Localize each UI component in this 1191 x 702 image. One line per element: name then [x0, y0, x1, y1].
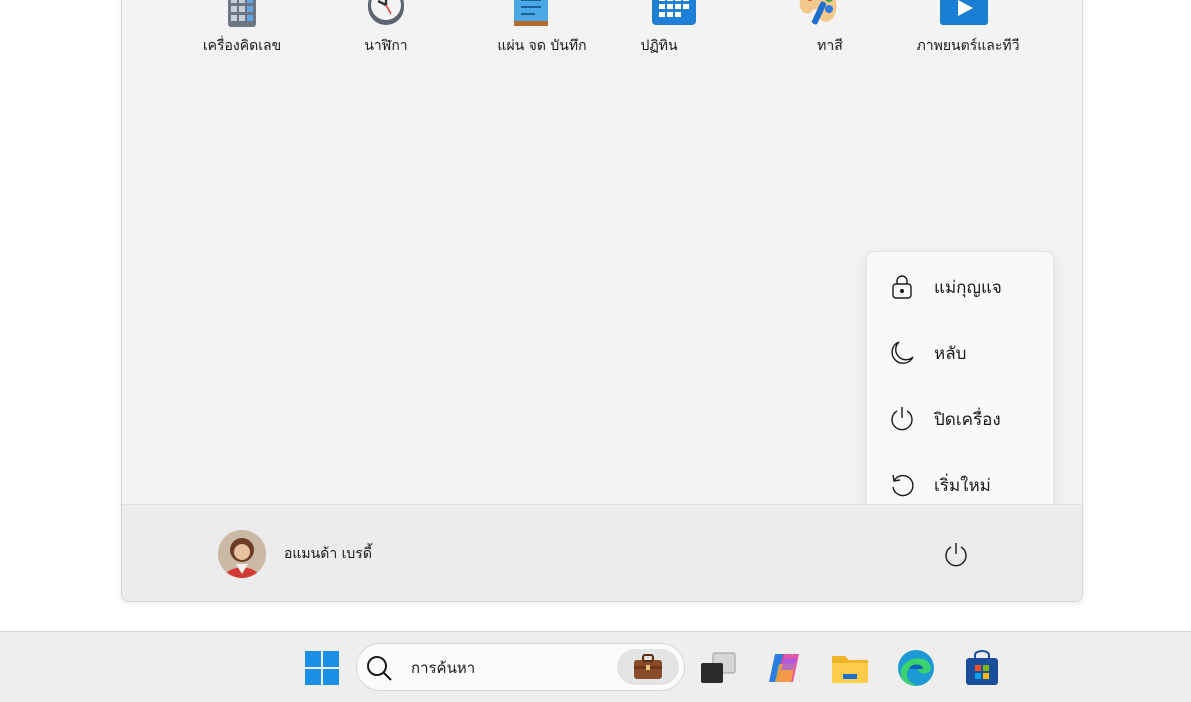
- power-button[interactable]: [937, 536, 975, 574]
- movies-tv-icon: [940, 0, 988, 27]
- app-movies-tv[interactable]: ภาพยนตร์และทีวี: [897, 0, 1027, 57]
- task-view-icon: [701, 652, 736, 683]
- edge-browser-button[interactable]: [894, 646, 938, 690]
- store-button[interactable]: [960, 646, 1004, 690]
- app-label: ภาพยนตร์และทีวี: [916, 38, 1020, 54]
- restart-icon: [889, 472, 915, 498]
- power-icon: [945, 543, 967, 567]
- sleep-label: หลับ: [934, 343, 967, 364]
- app-label: นาฬิกา: [364, 38, 408, 54]
- clock-icon: [364, 0, 408, 27]
- user-account-button[interactable]: อแมนด้า เบรดี้: [218, 530, 372, 578]
- app-calendar[interactable]: ปฏิทิน: [609, 0, 739, 57]
- shutdown-label: ปิดเครื่อง: [934, 409, 1001, 430]
- power-icon: [889, 406, 915, 432]
- avatar: [218, 530, 266, 578]
- copilot-icon: [769, 654, 799, 682]
- app-clock[interactable]: นาฬิกา: [321, 0, 451, 57]
- notepad-icon: [508, 0, 552, 27]
- task-view-button[interactable]: [696, 646, 740, 690]
- search-input[interactable]: [411, 656, 611, 680]
- store-icon: [966, 650, 998, 685]
- windows-start-icon: [305, 651, 339, 685]
- search-icon: [365, 654, 393, 682]
- taskbar: [0, 631, 1191, 702]
- sleep-moon-icon: [889, 340, 915, 366]
- calendar-icon: [652, 0, 696, 27]
- lock-label: แม่กุญแจ: [934, 277, 1002, 298]
- app-label: ปฏิทิน: [640, 38, 678, 54]
- sleep-menu-item[interactable]: หลับ: [867, 325, 1053, 381]
- restart-label: เริ่มใหม่: [934, 475, 991, 496]
- user-name: อแมนด้า เบรดี้: [284, 546, 372, 562]
- app-notepad[interactable]: แผ่น จด บันทึก: [465, 0, 595, 57]
- app-label: เครื่องคิดเลข: [202, 38, 282, 54]
- shutdown-menu-item[interactable]: ปิดเครื่อง: [867, 391, 1053, 447]
- file-explorer-button[interactable]: [828, 646, 872, 690]
- briefcase-icon[interactable]: [617, 649, 679, 685]
- start-button[interactable]: [300, 646, 344, 690]
- edge-icon: [898, 650, 934, 686]
- copilot-button[interactable]: [762, 646, 806, 690]
- paint-icon: [796, 0, 840, 27]
- file-explorer-icon: [832, 656, 868, 683]
- lock-icon: [889, 274, 915, 300]
- calculator-icon: [220, 0, 264, 27]
- app-calculator[interactable]: เครื่องคิดเลข: [177, 0, 307, 57]
- app-label: ทาสี: [817, 38, 843, 54]
- taskbar-search-box[interactable]: [356, 643, 685, 691]
- start-menu-panel: เครื่องคิดเลข นาฬิกา แผ่น จด บันทึก ปฏิท…: [121, 0, 1083, 602]
- power-options-menu: แม่กุญแจ หลับ ปิดเครื่อง เริ่มใหม่: [866, 251, 1054, 517]
- app-paint[interactable]: ทาสี: [753, 0, 883, 57]
- lock-menu-item[interactable]: แม่กุญแจ: [867, 259, 1053, 315]
